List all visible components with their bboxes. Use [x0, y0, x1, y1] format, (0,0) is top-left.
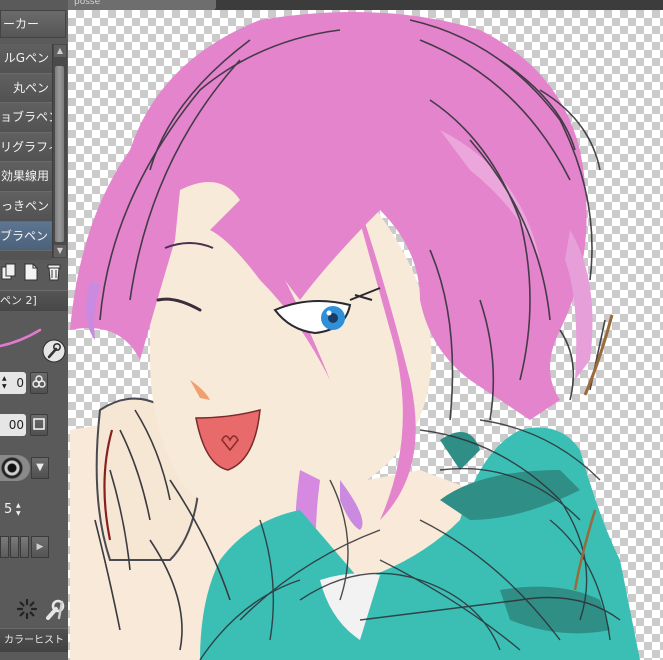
trash-icon[interactable]	[45, 262, 63, 282]
subtool-list-scrollbar[interactable]: ▲ ▼	[52, 44, 67, 258]
new-subtool-icon[interactable]	[22, 262, 40, 282]
brush-stroke-preview	[0, 316, 68, 366]
spinner-icon[interactable]: ▲ ▼	[16, 502, 21, 518]
color-history-tab[interactable]: カラーヒスト	[0, 628, 68, 652]
brush-opacity-value[interactable]: 00	[0, 414, 26, 436]
copy-subtool-icon[interactable]	[0, 262, 18, 282]
square-icon	[33, 418, 45, 430]
tool-panel: ーカー ルGペン 丸ペン ョブラペン リグラフィ 効果線用 っきペン ブラペン …	[0, 0, 68, 660]
panel-footer-icons	[0, 596, 68, 622]
subtool-action-row	[0, 262, 68, 284]
eye-highlight	[326, 310, 332, 316]
subtool-item[interactable]: リグラフィ	[0, 132, 52, 163]
preset-swatch[interactable]	[0, 536, 9, 558]
wrench-icon[interactable]	[42, 598, 66, 620]
scarf-shadow	[440, 432, 480, 470]
scroll-down-icon[interactable]: ▼	[54, 245, 66, 257]
opacity-settings-button[interactable]	[30, 414, 48, 436]
stabilization-value[interactable]: 5 ▲ ▼	[0, 500, 34, 520]
preset-swatch[interactable]	[10, 536, 19, 558]
loading-spinner-icon	[16, 598, 38, 620]
subtool-item-selected[interactable]: ブラペン 2	[0, 221, 52, 252]
subtool-item[interactable]: ルGペン	[0, 44, 52, 74]
subtool-item[interactable]: ョブラペン	[0, 103, 52, 133]
stabilization-number: 5	[4, 502, 13, 517]
chevron-down-icon[interactable]: ▼	[31, 457, 49, 479]
subtool-item[interactable]: 効果線用	[0, 162, 52, 192]
brush-size-row: 0 ▲ ▼	[0, 370, 68, 396]
brush-shape-dial[interactable]	[0, 455, 30, 481]
preset-swatch[interactable]	[20, 536, 29, 558]
subtool-item[interactable]: 丸ペン	[0, 73, 52, 104]
pressure-icon	[32, 375, 46, 388]
drawing-canvas[interactable]	[68, 10, 663, 660]
pressure-settings-button[interactable]	[30, 372, 48, 394]
chevron-right-icon[interactable]: ▶	[31, 536, 49, 558]
subtool-item[interactable]: っきペン	[0, 191, 52, 222]
brush-opacity-row: 00	[0, 412, 68, 438]
scroll-thumb[interactable]	[55, 66, 64, 242]
subtool-detail-title: ペン 2]	[0, 290, 68, 311]
spinner-icon[interactable]: ▲ ▼	[2, 375, 7, 391]
tool-group-header[interactable]: ーカー	[0, 10, 66, 38]
illustration	[70, 12, 640, 660]
tool-settings-icon[interactable]	[42, 339, 66, 363]
subtool-list: ルGペン 丸ペン ョブラペン リグラフィ 効果線用 っきペン ブラペン 2	[0, 44, 52, 260]
canvas-tab[interactable]: posse	[68, 0, 216, 10]
scroll-up-icon[interactable]: ▲	[54, 45, 66, 57]
